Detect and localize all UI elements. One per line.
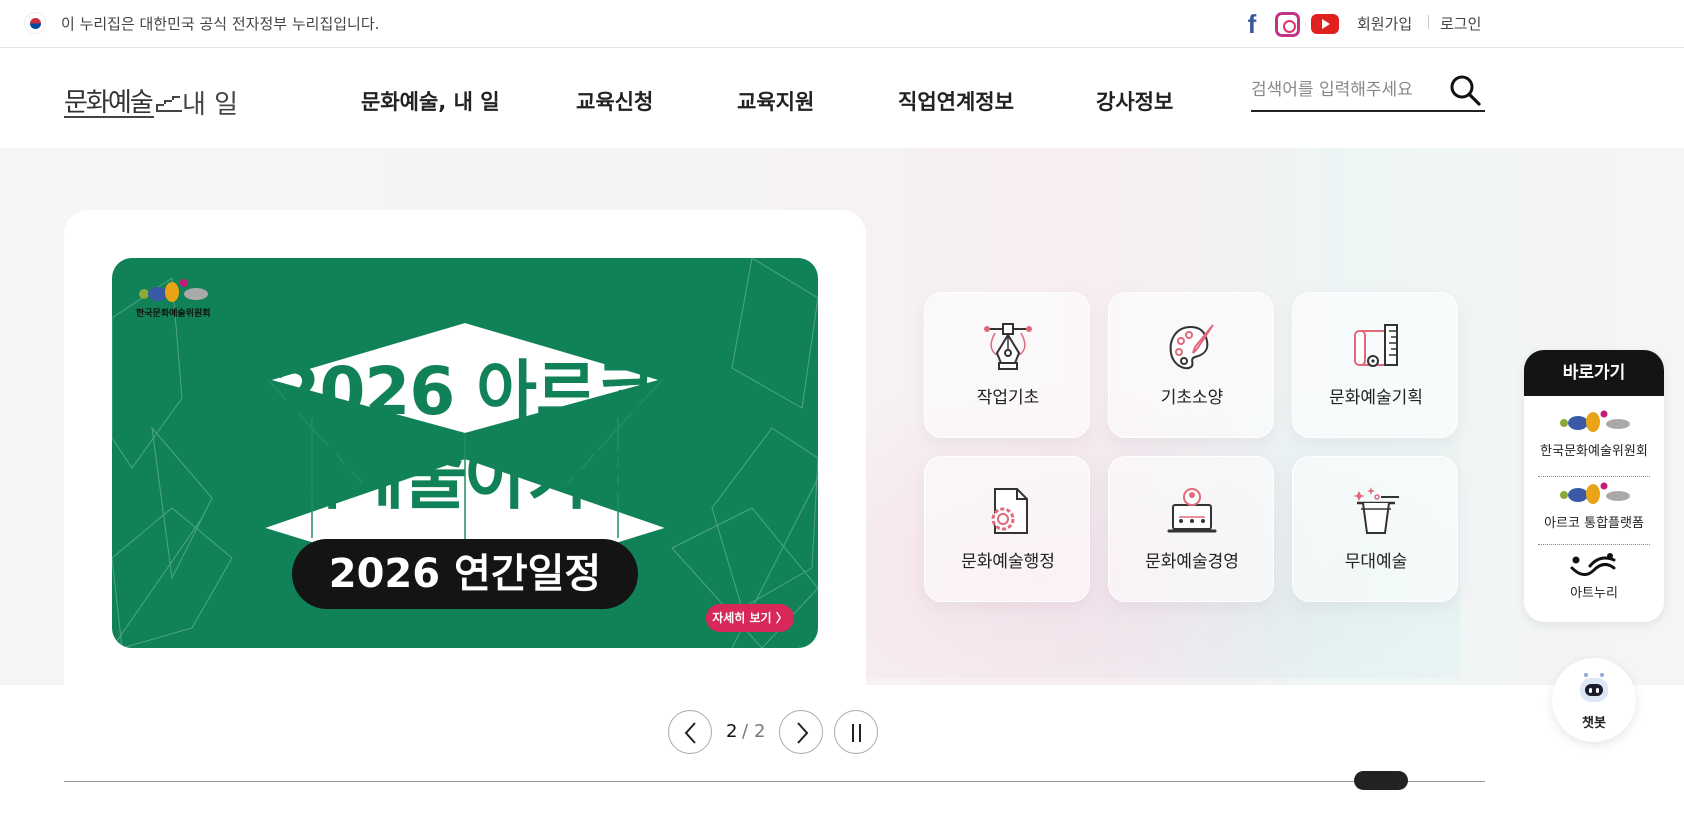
- category-tiles: 작업기초 기초소양 문화예술기획 문화예술행정 문화예술경영 무대예술: [924, 292, 1460, 602]
- gov-bar: 이 누리집은 대한민국 공식 전자정부 누리집입니다. f 회원가입 로그인: [0, 0, 1684, 48]
- quick-link-label: 아르코 통합플랫폼: [1544, 516, 1644, 531]
- chevron-left-icon: [684, 722, 696, 744]
- blueprint-ruler-icon: [1354, 324, 1398, 367]
- nav-instructor-info[interactable]: 강사정보: [1096, 86, 1173, 116]
- banner-title-line1: 2026 아르코: [274, 353, 657, 430]
- tile-culture-management[interactable]: 문화예술경영: [1108, 456, 1274, 602]
- banner-slide[interactable]: 한국문화예술위원회 2026 아르코 무대예술아카데미 2026 연간일정 자세…: [112, 258, 818, 648]
- pen-tool-icon: [984, 323, 1032, 370]
- nav-culture-art-my-job[interactable]: 문화예술, 내 일: [361, 86, 500, 116]
- page-total: 2: [754, 721, 766, 742]
- quick-links-panel: 바로가기 한국문화예술위원회 아르코 통합플랫폼 아트누리: [1524, 350, 1664, 622]
- tile-label: 무대예술: [1344, 552, 1408, 572]
- gov-notice: 이 누리집은 대한민국 공식 전자정부 누리집입니다.: [61, 15, 380, 33]
- chatbot-button[interactable]: 챗봇: [1552, 658, 1636, 742]
- palette-icon: [1169, 324, 1214, 370]
- site-logo[interactable]: 문화예술 내 일: [64, 82, 244, 120]
- search-icon[interactable]: [1449, 74, 1481, 106]
- tile-culture-admin[interactable]: 문화예술행정: [924, 456, 1090, 602]
- site-header: 문화예술 내 일 문화예술, 내 일 교육신청 교육지원 직업연계정보 강사정보: [0, 48, 1684, 148]
- person-laptop-icon: [1167, 488, 1217, 533]
- korea-flag-icon: [24, 12, 46, 34]
- pause-icon: [852, 724, 861, 742]
- chatbot-label: 챗봇: [1582, 716, 1606, 731]
- tile-label: 문화예술행정: [961, 552, 1055, 572]
- tile-label: 작업기초: [976, 388, 1040, 408]
- logo-text-2: 내 일: [182, 90, 239, 120]
- divider: [1538, 476, 1650, 477]
- facebook-icon[interactable]: f: [1238, 9, 1266, 39]
- logo-text-1: 문화예술: [64, 88, 154, 118]
- artnuri-logo-icon: [1570, 553, 1616, 576]
- magic-hat-icon: [1353, 487, 1399, 534]
- quick-link-label: 한국문화예술위원회: [1540, 444, 1648, 459]
- youtube-icon[interactable]: [1310, 10, 1340, 38]
- prev-slide-button[interactable]: [668, 710, 712, 754]
- instagram-icon[interactable]: [1273, 10, 1301, 38]
- tile-basic-literacy[interactable]: 기초소양: [1108, 292, 1274, 438]
- quick-links-title: 바로가기: [1524, 350, 1664, 396]
- next-slide-button[interactable]: [779, 710, 823, 754]
- arko-logo-icon: [1560, 410, 1630, 432]
- slide-progress-track: [64, 781, 1485, 782]
- stairs-icon: [156, 96, 182, 112]
- slide-card: 한국문화예술위원회 2026 아르코 무대예술아카데미 2026 연간일정 자세…: [64, 210, 866, 685]
- login-link[interactable]: 로그인: [1440, 13, 1481, 34]
- chevron-right-icon: [797, 722, 809, 744]
- tile-label: 문화예술기획: [1329, 388, 1423, 408]
- search-box: [1251, 70, 1485, 112]
- tile-stage-art[interactable]: 무대예술: [1292, 456, 1458, 602]
- search-input[interactable]: [1251, 76, 1441, 104]
- slide-progress-thumb[interactable]: [1354, 771, 1408, 790]
- arko-logo-icon: [139, 279, 208, 302]
- document-gear-icon: [991, 488, 1028, 534]
- page-separator: /: [742, 721, 749, 742]
- nav-career-info[interactable]: 직업연계정보: [898, 86, 1014, 116]
- logo-underline: [64, 116, 154, 118]
- pause-slide-button[interactable]: [834, 710, 878, 754]
- banner-org-name: 한국문화예술위원회: [136, 309, 211, 319]
- quick-link-label: 아트누리: [1570, 586, 1618, 601]
- nav-education-support[interactable]: 교육지원: [737, 86, 814, 116]
- hero-section: 한국문화예술위원회 2026 아르코 무대예술아카데미 2026 연간일정 자세…: [0, 148, 1684, 742]
- nav-education-apply[interactable]: 교육신청: [576, 86, 653, 116]
- tile-label: 기초소양: [1160, 388, 1224, 408]
- banner-schedule-pill: 2026 연간일정: [292, 539, 638, 609]
- divider: [1428, 15, 1429, 29]
- banner-title-line2: 무대예술아카데미: [215, 437, 716, 519]
- tile-label: 문화예술경영: [1145, 552, 1239, 572]
- tile-culture-planning[interactable]: 문화예술기획: [1292, 292, 1458, 438]
- page-current: 2: [726, 721, 738, 742]
- join-link[interactable]: 회원가입: [1357, 13, 1412, 34]
- tile-basic-work[interactable]: 작업기초: [924, 292, 1090, 438]
- divider: [1538, 544, 1650, 545]
- arko-logo-icon: [1560, 482, 1630, 504]
- banner-more-button[interactable]: 자세히 보기 〉: [706, 604, 794, 632]
- robot-icon: [1580, 673, 1608, 702]
